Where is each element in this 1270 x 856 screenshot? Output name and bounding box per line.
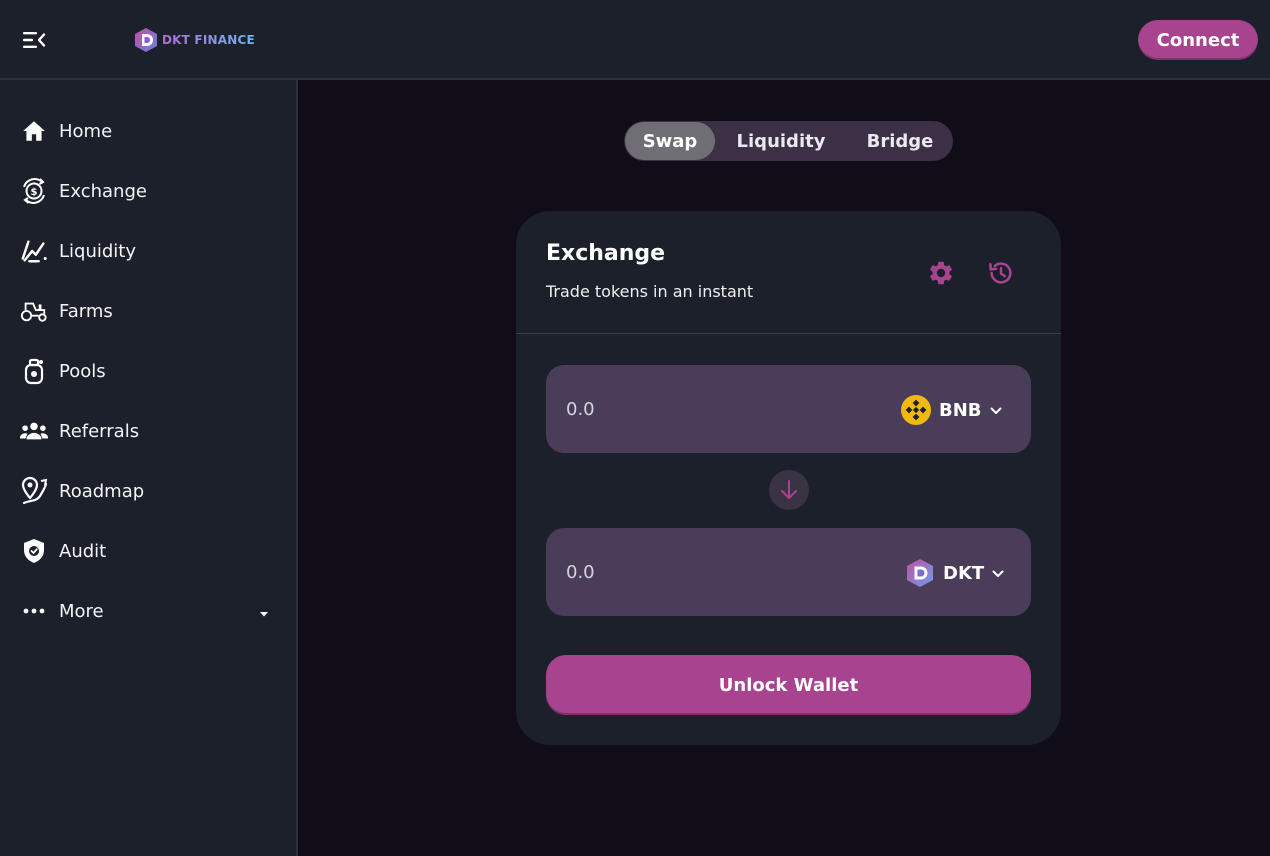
from-token-symbol: BNB xyxy=(939,399,982,421)
to-amount-input[interactable] xyxy=(566,558,826,586)
home-icon xyxy=(20,117,48,145)
sidebar-item-home[interactable]: Home xyxy=(0,101,296,161)
dkt-logo-icon xyxy=(135,28,157,52)
to-token-symbol: DKT xyxy=(943,562,985,584)
to-token-select[interactable]: DKT xyxy=(905,558,1004,588)
gear-icon[interactable] xyxy=(925,257,957,289)
dkt-token-icon xyxy=(905,558,935,588)
card-title: Exchange xyxy=(546,241,666,266)
roadmap-icon xyxy=(20,476,48,505)
menu-collapse-icon[interactable] xyxy=(22,28,46,52)
sidebar-item-label: Audit xyxy=(59,540,107,562)
sidebar-item-label: Liquidity xyxy=(59,240,137,262)
tab-bridge[interactable]: Bridge xyxy=(849,122,951,160)
chevron-down-icon xyxy=(990,401,1002,420)
sidebar-item-pools[interactable]: Pools xyxy=(0,341,296,401)
from-token-select[interactable]: BNB xyxy=(901,395,1002,425)
tab-liquidity[interactable]: Liquidity xyxy=(721,122,841,160)
tab-swap[interactable]: Swap xyxy=(625,122,715,160)
sidebar-item-farms[interactable]: Farms xyxy=(0,281,296,341)
sidebar-item-label: Referrals xyxy=(59,420,140,442)
connect-button[interactable]: Connect xyxy=(1138,20,1258,60)
brand-logo-text: DKT FINANCE xyxy=(162,33,255,47)
sidebar-item-exchange[interactable]: $ Exchange xyxy=(0,161,296,221)
brand-logo[interactable]: DKT FINANCE xyxy=(134,26,255,54)
swap-tabs: Swap Liquidity Bridge xyxy=(624,121,953,161)
sidebar-item-label: More xyxy=(59,600,104,622)
group-icon xyxy=(20,417,48,445)
shield-check-icon xyxy=(20,537,48,565)
arrow-down-icon[interactable] xyxy=(769,470,809,510)
tractor-icon xyxy=(20,297,48,325)
sidebar-item-more[interactable]: More xyxy=(0,581,296,641)
from-amount-input[interactable] xyxy=(566,395,826,423)
caret-down-icon[interactable] xyxy=(258,605,270,617)
sidebar-item-label: Roadmap xyxy=(59,480,145,502)
sidebar-item-label: Farms xyxy=(59,300,113,322)
sidebar-item-label: Exchange xyxy=(59,180,147,202)
from-token-box: BNB xyxy=(546,365,1031,453)
sidebar-item-label: Pools xyxy=(59,360,106,382)
exchange-icon: $ xyxy=(20,177,48,205)
chevron-down-icon xyxy=(992,564,1004,583)
pool-icon xyxy=(20,357,48,385)
sidebar: Home $ Exchange Liquidity Farms Pools Re… xyxy=(0,80,298,856)
card-subtitle: Trade tokens in an instant xyxy=(546,282,754,301)
svg-text:$: $ xyxy=(31,187,38,198)
sidebar-item-referrals[interactable]: Referrals xyxy=(0,401,296,461)
bnb-token-icon xyxy=(901,395,931,425)
unlock-wallet-button[interactable]: Unlock Wallet xyxy=(546,655,1031,715)
more-dots-icon xyxy=(20,597,48,625)
sidebar-item-roadmap[interactable]: Roadmap xyxy=(0,461,296,521)
top-bar: DKT FINANCE Connect xyxy=(0,0,1270,80)
sidebar-item-liquidity[interactable]: Liquidity xyxy=(0,221,296,281)
exchange-card: Exchange Trade tokens in an instant 0.0 … xyxy=(516,211,1061,745)
sidebar-item-audit[interactable]: Audit xyxy=(0,521,296,581)
to-token-box: DKT xyxy=(546,528,1031,616)
sidebar-item-label: Home xyxy=(59,120,113,142)
card-divider xyxy=(516,333,1061,334)
history-icon[interactable] xyxy=(985,257,1017,289)
liquidity-icon xyxy=(20,237,48,265)
